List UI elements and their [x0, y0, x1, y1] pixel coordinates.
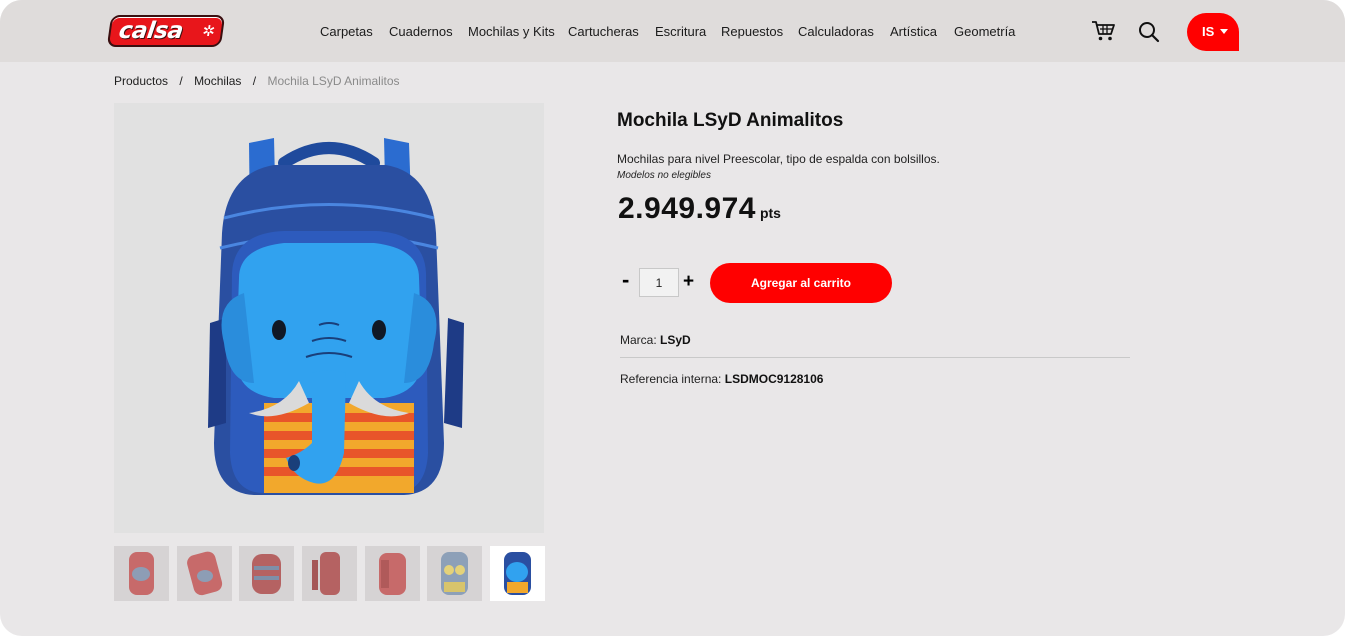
price-value: 2.949.974	[618, 192, 756, 225]
brand-label: Marca:	[620, 333, 657, 347]
logo-text: calsa	[117, 18, 185, 44]
breadcrumb-productos[interactable]: Productos	[114, 74, 168, 88]
quantity-decrease-button[interactable]: -	[622, 268, 629, 292]
top-navbar: calsa ✲ Carpetas Cuadernos Mochilas y Ki…	[0, 0, 1345, 62]
thumbnail-5[interactable]	[365, 546, 420, 601]
search-icon[interactable]	[1138, 21, 1160, 48]
nav-item-repuestos[interactable]: Repuestos	[721, 24, 783, 39]
price-unit: pts	[759, 205, 781, 221]
quantity-input[interactable]	[639, 268, 679, 297]
add-to-cart-button[interactable]: Agregar al carrito	[710, 263, 892, 303]
product-price: 2.949.974 pts	[618, 192, 781, 226]
thumbnail-4[interactable]	[302, 546, 357, 601]
caret-down-icon	[1220, 29, 1228, 34]
logo-star-icon: ✲	[201, 23, 217, 40]
thumbnail-7[interactable]	[490, 546, 545, 601]
breadcrumb-separator: /	[252, 74, 257, 88]
product-title: Mochila LSyD Animalitos	[617, 110, 844, 131]
user-initials: IS	[1202, 24, 1215, 39]
user-menu-button[interactable]: IS	[1187, 13, 1239, 51]
breadcrumb-mochilas[interactable]: Mochilas	[194, 74, 241, 88]
brand-row: Marca: LSyD	[620, 333, 691, 347]
breadcrumb: Productos / Mochilas / Mochila LSyD Anim…	[114, 74, 400, 88]
nav-item-escritura[interactable]: Escritura	[655, 24, 706, 39]
breadcrumb-separator: /	[179, 74, 183, 88]
nav-item-mochilas-y-kits[interactable]: Mochilas y Kits	[468, 24, 555, 39]
breadcrumb-current: Mochila LSyD Animalitos	[267, 74, 400, 88]
calsa-logo[interactable]: calsa ✲	[106, 15, 226, 47]
product-description: Mochilas para nivel Preescolar, tipo de …	[617, 152, 940, 166]
nav-item-artistica[interactable]: Artística	[890, 24, 937, 39]
thumbnail-1[interactable]	[114, 546, 169, 601]
product-main-image	[114, 103, 544, 533]
nav-item-cartucheras[interactable]: Cartucheras	[568, 24, 639, 39]
thumbnail-6[interactable]	[427, 546, 482, 601]
reference-value: LSDMOC9128106	[724, 372, 824, 386]
thumbnail-3[interactable]	[239, 546, 294, 601]
attr-divider	[620, 357, 1130, 358]
nav-item-calculadoras[interactable]: Calculadoras	[798, 24, 874, 39]
reference-label: Referencia interna:	[620, 372, 722, 386]
nav-item-carpetas[interactable]: Carpetas	[320, 24, 373, 39]
brand-value: LSyD	[660, 333, 691, 347]
nav-item-geometria[interactable]: Geometría	[954, 24, 1015, 39]
quantity-increase-button[interactable]: +	[683, 270, 694, 294]
page-frame: calsa ✲ Carpetas Cuadernos Mochilas y Ki…	[0, 0, 1345, 636]
cart-icon[interactable]	[1091, 20, 1116, 47]
reference-row: Referencia interna: LSDMOC9128106	[620, 372, 823, 386]
thumbnail-2[interactable]	[177, 546, 232, 601]
models-note: Modelos no elegibles	[617, 170, 711, 181]
nav-item-cuadernos[interactable]: Cuadernos	[389, 24, 453, 39]
